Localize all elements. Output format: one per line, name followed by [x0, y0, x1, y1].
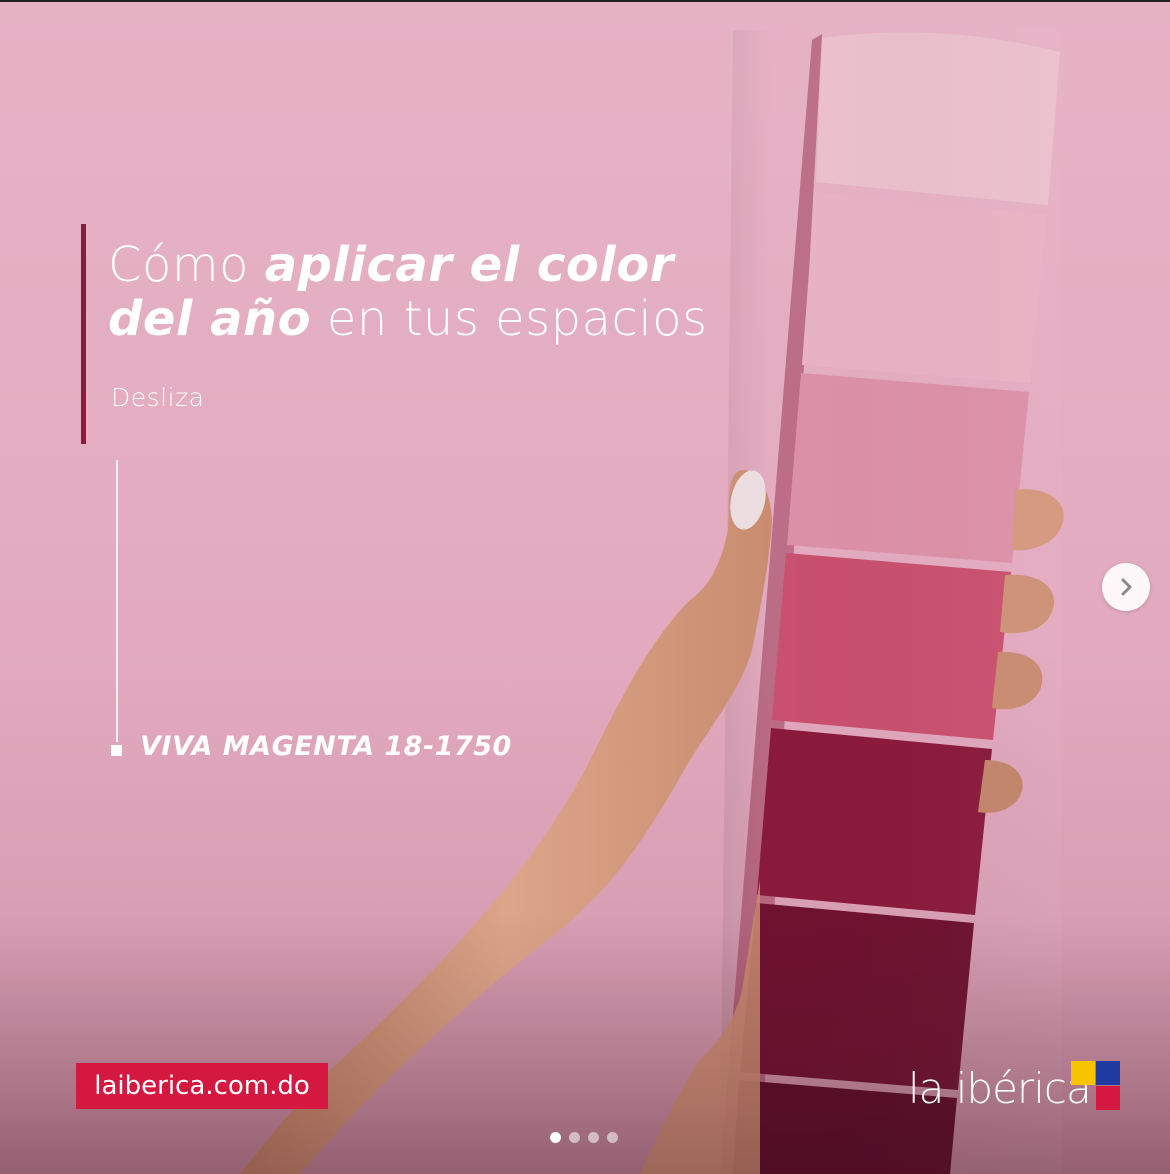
- carousel-dot[interactable]: [607, 1132, 618, 1143]
- headline-bold1: aplicar el color: [264, 237, 674, 293]
- headline: Cómo aplicar el color del año en tus esp…: [108, 238, 788, 346]
- headline-part1: Cómo: [108, 237, 265, 293]
- swipe-label: Desliza: [111, 383, 205, 412]
- carousel-indicator: [550, 1132, 618, 1143]
- carousel-slide: Cómo aplicar el color del año en tus esp…: [0, 0, 1170, 1174]
- carousel-dot[interactable]: [550, 1132, 561, 1143]
- website-badge[interactable]: laiberica.com.do: [76, 1063, 328, 1109]
- headline-bold2: del año: [108, 291, 312, 347]
- website-url: laiberica.com.do: [94, 1071, 310, 1101]
- carousel-dot[interactable]: [588, 1132, 599, 1143]
- color-code-label: VIVA MAGENTA 18-1750: [140, 731, 512, 762]
- divider-line: [116, 460, 118, 742]
- carousel-dot[interactable]: [569, 1132, 580, 1143]
- chevron-right-icon: [1121, 578, 1132, 596]
- brand-flag-icon: [1071, 1061, 1120, 1110]
- bullet-marker: [111, 745, 122, 756]
- brand-logo-text: la ibérica: [908, 1064, 1092, 1113]
- headline-part2: en tus espacios: [311, 291, 708, 347]
- accent-bar: [81, 224, 86, 444]
- next-slide-button[interactable]: [1102, 563, 1150, 611]
